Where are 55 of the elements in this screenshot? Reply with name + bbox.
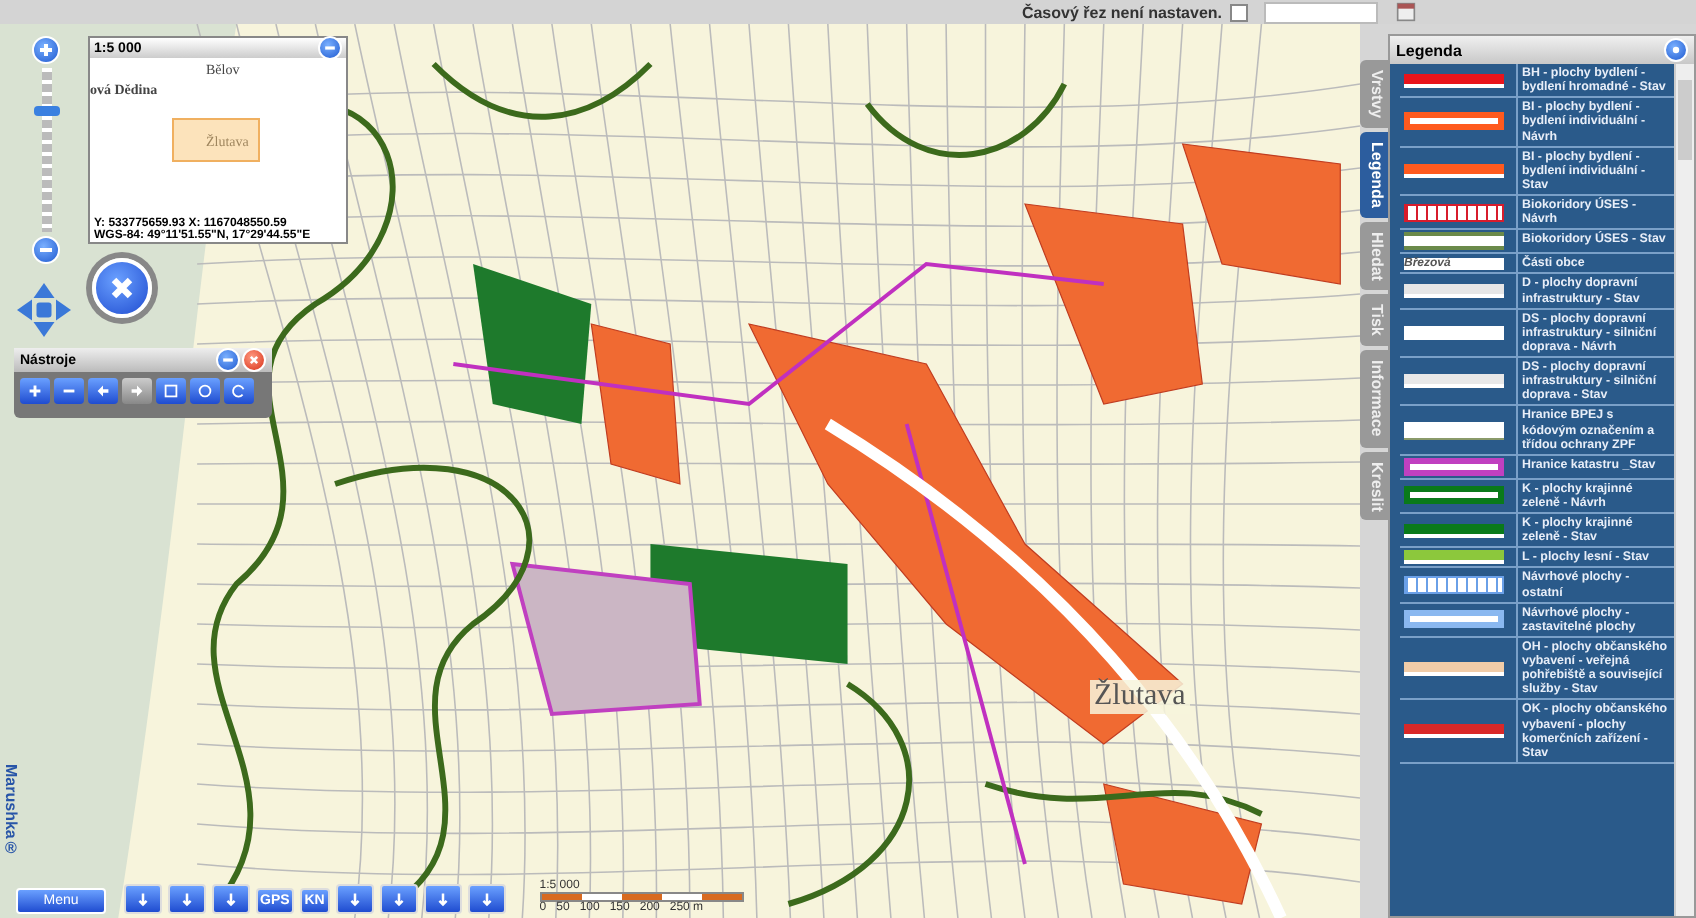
calendar-icon[interactable] xyxy=(1396,2,1416,22)
side-tab[interactable]: Legenda xyxy=(1360,132,1390,218)
down-arrow-icon xyxy=(178,890,196,908)
down-arrow-icon xyxy=(433,890,452,908)
toolbar-button[interactable] xyxy=(124,884,162,914)
close-button[interactable] xyxy=(92,258,152,318)
minus-icon xyxy=(220,352,236,368)
minimize-button[interactable] xyxy=(216,348,240,372)
plus-icon xyxy=(26,382,44,400)
close-button[interactable] xyxy=(242,348,266,372)
refresh-icon xyxy=(230,382,248,400)
toolbar-button[interactable] xyxy=(212,884,250,914)
toolbar-button[interactable] xyxy=(335,884,374,914)
side-tab[interactable]: Kreslit xyxy=(1360,451,1390,521)
zoom-slider-thumb[interactable] xyxy=(33,105,59,115)
time-slice-checkbox[interactable] xyxy=(1230,3,1248,21)
minus-icon xyxy=(322,40,338,56)
side-tab[interactable]: Tisk xyxy=(1360,294,1390,347)
plus-icon xyxy=(36,40,56,60)
map-drawing[interactable] xyxy=(0,24,1360,918)
scrollbar[interactable] xyxy=(1674,64,1694,916)
brand-logo: Marushka® xyxy=(2,764,20,857)
side-tab[interactable]: Informace xyxy=(1360,350,1390,447)
zoom-box-tool[interactable] xyxy=(156,378,186,404)
info-button[interactable] xyxy=(1664,38,1688,62)
right-arrow-icon xyxy=(128,382,146,400)
down-arrow-icon xyxy=(222,890,240,908)
view-extent-rectangle xyxy=(172,118,260,162)
side-tab[interactable]: Vrstvy xyxy=(1360,60,1390,129)
zoom-in-tool[interactable] xyxy=(20,378,50,404)
zoom-out-tool[interactable] xyxy=(54,378,84,404)
minimize-button[interactable] xyxy=(318,36,342,60)
back-tool[interactable] xyxy=(88,378,118,404)
rectangle-icon xyxy=(162,382,180,400)
close-icon xyxy=(246,352,262,368)
left-arrow-icon xyxy=(94,382,112,400)
forward-tool[interactable] xyxy=(122,378,152,404)
date-field[interactable] xyxy=(1264,1,1378,23)
time-slice-label: Časový řez není nastaven. xyxy=(1021,3,1222,21)
down-arrow-icon xyxy=(345,890,364,908)
down-arrow-icon xyxy=(134,890,152,908)
toolbar-button[interactable] xyxy=(423,884,462,914)
pan-arrows-icon[interactable] xyxy=(14,280,74,340)
place-label: Žlutava xyxy=(1090,680,1190,714)
toolbar-button[interactable] xyxy=(379,884,418,914)
legend-title: Legenda xyxy=(1396,41,1462,59)
dot-icon xyxy=(1668,42,1684,58)
circle-icon xyxy=(196,382,214,400)
refresh-tool[interactable] xyxy=(224,378,254,404)
side-tab[interactable]: Hledat xyxy=(1360,221,1390,291)
globe-tool[interactable] xyxy=(190,378,220,404)
down-arrow-icon xyxy=(477,890,496,908)
toolbar-button[interactable] xyxy=(467,884,506,914)
toolbar-button[interactable] xyxy=(168,884,206,914)
down-arrow-icon xyxy=(389,890,408,908)
